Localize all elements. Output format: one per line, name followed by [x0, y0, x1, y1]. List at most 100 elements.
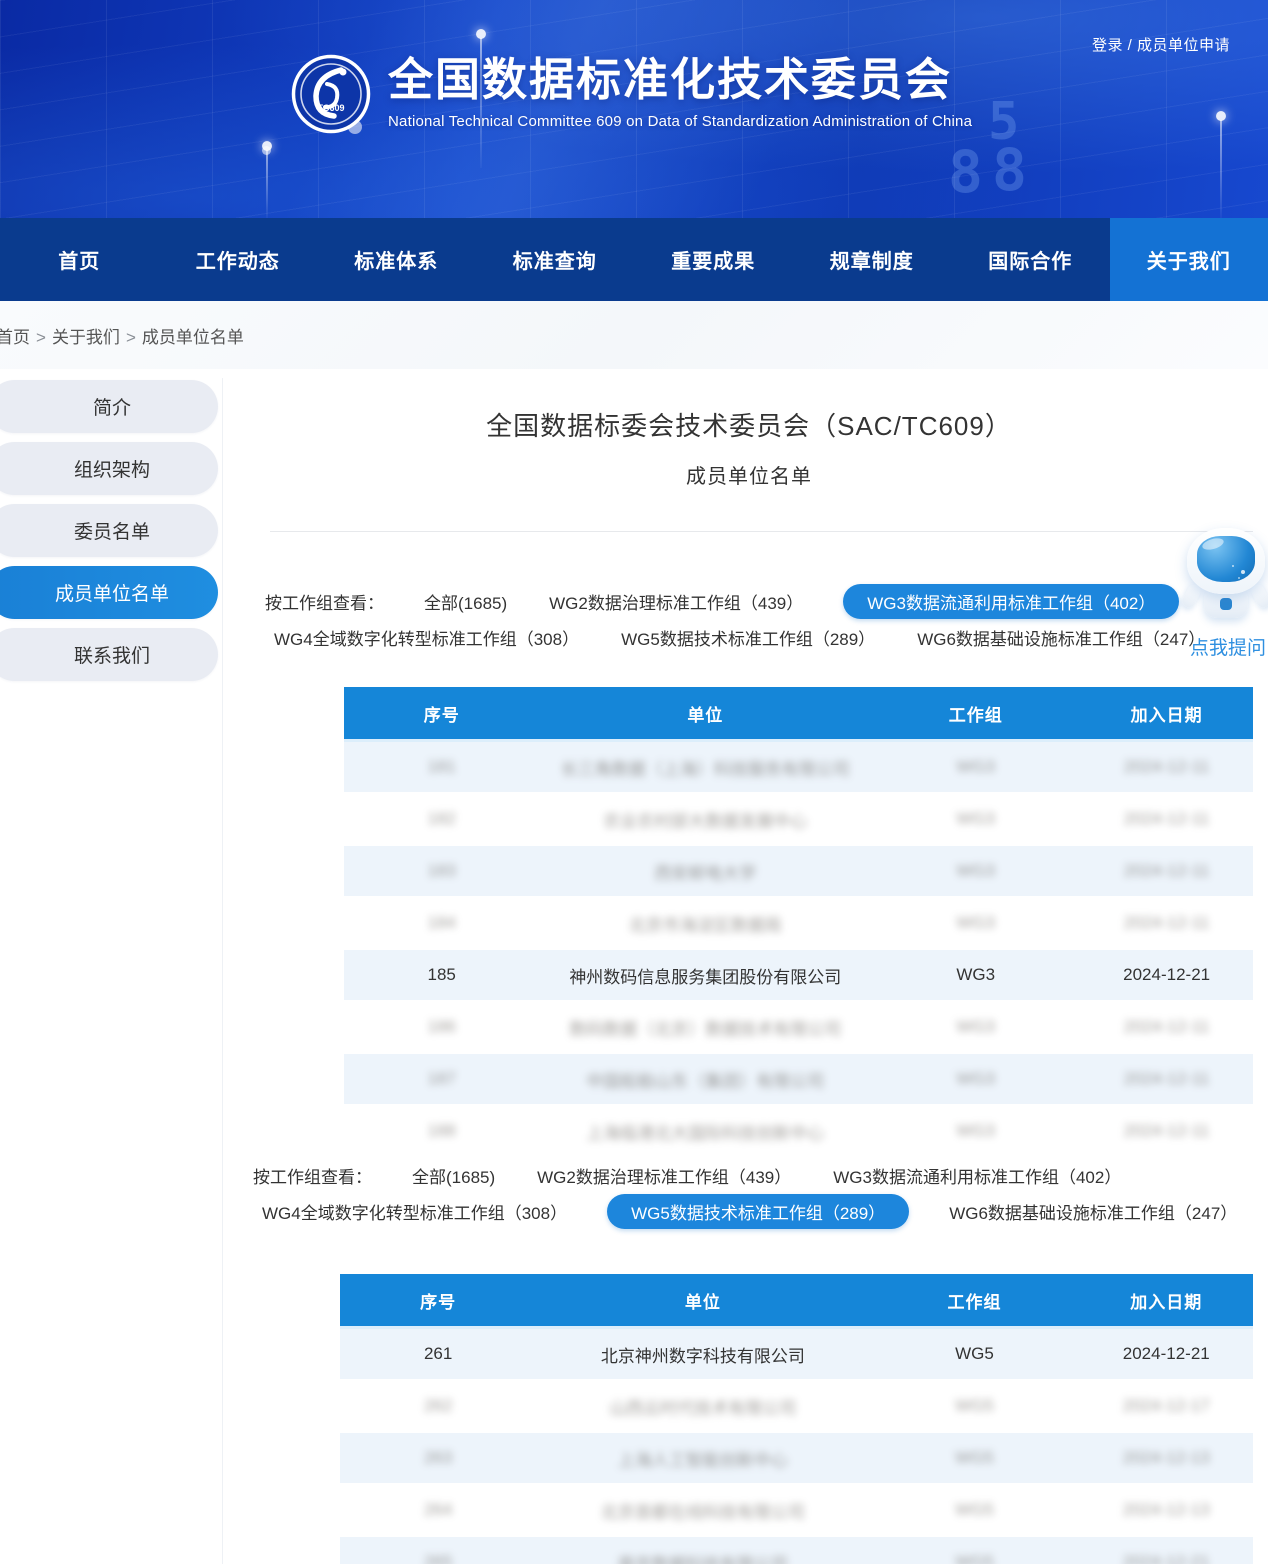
assistant-label[interactable]: 点我提问 [1168, 633, 1268, 660]
sidebar-item-label: 组织架构 [74, 455, 150, 482]
filter-section-wg5: 按工作组查看： 全部(1685) WG2数据治理标准工作组（439） WG3数据… [253, 1158, 1239, 1229]
site-title: 全国数据标准化技术委员会 [388, 54, 972, 106]
filter-row: WG4全域数字化转型标准工作组（308） WG5数据技术标准工作组（289） W… [260, 1194, 1239, 1229]
cell-date: 2024-12-21 [1080, 949, 1253, 1001]
nav-item[interactable]: 标准体系 [317, 218, 476, 301]
login-link[interactable]: 登录 / 成员单位申请 [1092, 34, 1230, 55]
cell-org: 中国船舶山东（集团）有限公司 [539, 1053, 871, 1105]
col-header-index: 序号 [340, 1274, 536, 1328]
nav-item-label: 工作动态 [196, 245, 280, 274]
table-row[interactable]: 262 山西云时代技术有限公司 WG5 2024-12-17 [340, 1380, 1253, 1432]
workgroup-filter-pill[interactable]: WG6数据基础设施标准工作组（247） [915, 620, 1207, 655]
sidebar-item[interactable]: 组织架构 [0, 442, 218, 495]
table-row[interactable]: 264 北京首都在线科技有限公司 WG5 2024-12-13 [340, 1484, 1253, 1536]
header-line-decoration [1220, 120, 1222, 218]
nav-item[interactable]: 国际合作 [951, 218, 1110, 301]
cell-workgroup: WG3 [871, 741, 1080, 794]
page-subtitle: 成员单位名单 [243, 460, 1255, 489]
cell-org: 农业农村部大数据发展中心 [539, 793, 871, 845]
nav-item[interactable]: 重要成果 [634, 218, 793, 301]
workgroup-filter-pill[interactable]: WG3数据流通利用标准工作组（402） [831, 1158, 1123, 1193]
col-header-date: 加入日期 [1080, 1274, 1254, 1328]
cell-index: 185 [344, 949, 539, 1001]
cell-workgroup: WG3 [871, 1001, 1080, 1053]
cell-workgroup: WG5 [870, 1536, 1080, 1564]
cell-workgroup: WG3 [871, 1105, 1080, 1157]
workgroup-filter-pill[interactable]: WG4全域数字化转型标准工作组（308） [272, 620, 581, 655]
breadcrumb-item[interactable]: 首页 [0, 328, 30, 347]
workgroup-filter-pill[interactable]: WG6数据基础设施标准工作组（247） [947, 1194, 1239, 1229]
workgroup-filter-pill[interactable]: 全部(1685) [422, 584, 509, 619]
table-row[interactable]: 186 数码数据（北京）数据技术有限公司 WG3 2024-12-11 [344, 1001, 1253, 1053]
nav-item[interactable]: 规章制度 [793, 218, 952, 301]
assistant-robot[interactable] [1186, 528, 1266, 620]
workgroup-filter-pill[interactable]: WG3数据流通利用标准工作组（402） [843, 584, 1179, 619]
table-row[interactable]: 261 北京神州数字科技有限公司 WG5 2024-12-21 [340, 1328, 1253, 1381]
workgroup-filter-label: WG2数据治理标准工作组（439） [537, 1168, 791, 1187]
site-logo[interactable]: TC609 [291, 54, 371, 134]
table-row[interactable]: 185 神州数码信息服务集团股份有限公司 WG3 2024-12-21 [344, 949, 1253, 1001]
site-header: 5 8 8 登录 / 成员单位申请 TC609 全国数据标准化技术委员会 Nat… [0, 0, 1268, 218]
workgroup-filter-label: 全部(1685) [412, 1168, 495, 1187]
nav-item-label: 规章制度 [830, 245, 914, 274]
nav-item[interactable]: 工作动态 [159, 218, 318, 301]
breadcrumb-item[interactable]: 关于我们 [52, 328, 120, 347]
filter-section-wg3: 按工作组查看： 全部(1685) WG2数据治理标准工作组（439） WG3数据… [265, 584, 1207, 655]
cell-org: 北京市海淀区数据局 [539, 897, 871, 949]
filter-group-label: 按工作组查看： [253, 1163, 372, 1188]
cell-date: 2024-12-11 [1080, 845, 1253, 897]
cell-workgroup: WG3 [871, 897, 1080, 949]
table-row[interactable]: 181 长三角数据（上海）科技服务有限公司 WG3 2024-12-11 [344, 741, 1253, 794]
cell-date: 2024-12-17 [1080, 1380, 1254, 1432]
nav-item[interactable]: 标准查询 [476, 218, 635, 301]
sidebar-item[interactable]: 联系我们 [0, 628, 218, 681]
header-dot-decoration [262, 146, 271, 155]
workgroup-filter-pill[interactable]: WG2数据治理标准工作组（439） [547, 584, 805, 619]
cell-org: 长三角数据（上海）科技服务有限公司 [539, 741, 871, 794]
col-header-date: 加入日期 [1080, 687, 1253, 741]
page: 5 8 8 登录 / 成员单位申请 TC609 全国数据标准化技术委员会 Nat… [0, 0, 1268, 1564]
cell-date: 2024-12-21 [1080, 1536, 1254, 1564]
table-row[interactable]: 265 南京数据科技有限公司 WG5 2024-12-21 [340, 1536, 1253, 1564]
nav-item-label: 国际合作 [988, 245, 1072, 274]
workgroup-filter-label: WG3数据流通利用标准工作组（402） [867, 594, 1155, 613]
cell-org: 南京数据科技有限公司 [536, 1536, 869, 1564]
sidebar-divider [222, 378, 223, 1564]
content-divider [270, 531, 1253, 532]
cell-workgroup: WG3 [871, 1053, 1080, 1105]
table-row[interactable]: 187 中国船舶山东（集团）有限公司 WG3 2024-12-11 [344, 1053, 1253, 1105]
breadcrumb-separator: > [36, 328, 46, 347]
sidebar-item[interactable]: 成员单位名单 [0, 566, 218, 619]
cell-index: 262 [340, 1380, 536, 1432]
cell-org: 神州数码信息服务集团股份有限公司 [539, 949, 871, 1001]
cell-index: 182 [344, 793, 539, 845]
sidebar-item-label: 成员单位名单 [55, 579, 169, 606]
nav-item[interactable]: 关于我们 [1110, 218, 1268, 301]
cell-date: 2024-12-11 [1080, 741, 1253, 794]
col-header-org: 单位 [539, 687, 871, 741]
table-row[interactable]: 184 北京市海淀区数据局 WG3 2024-12-11 [344, 897, 1253, 949]
cell-org: 上海人工智能创新中心 [536, 1432, 869, 1484]
table-row[interactable]: 182 农业农村部大数据发展中心 WG3 2024-12-11 [344, 793, 1253, 845]
workgroup-filter-label: WG4全域数字化转型标准工作组（308） [262, 1204, 567, 1223]
logo-text: TC609 [317, 103, 344, 113]
sidebar-item-label: 委员名单 [74, 517, 150, 544]
workgroup-filter-pill[interactable]: 全部(1685) [410, 1158, 497, 1193]
workgroup-filter-label: WG3数据流通利用标准工作组（402） [833, 1168, 1121, 1187]
col-header-index: 序号 [344, 687, 539, 741]
workgroup-filter-pill[interactable]: WG5数据技术标准工作组（289） [619, 620, 877, 655]
nav-item[interactable]: 首页 [0, 218, 159, 301]
cell-workgroup: WG3 [871, 845, 1080, 897]
nav-item-label: 重要成果 [671, 245, 755, 274]
workgroup-filter-pill[interactable]: WG2数据治理标准工作组（439） [535, 1158, 793, 1193]
sidebar-item[interactable]: 简介 [0, 380, 218, 433]
workgroup-filter-pill[interactable]: WG5数据技术标准工作组（289） [607, 1194, 909, 1229]
cell-workgroup: WG3 [871, 793, 1080, 845]
table-row[interactable]: 188 上海临港北大国际科技创新中心 WG3 2024-12-11 [344, 1105, 1253, 1157]
table-row[interactable]: 263 上海人工智能创新中心 WG5 2024-12-13 [340, 1432, 1253, 1484]
workgroup-filter-pill[interactable]: WG4全域数字化转型标准工作组（308） [260, 1194, 569, 1229]
table-row[interactable]: 183 西安邮电大学 WG3 2024-12-11 [344, 845, 1253, 897]
col-header-org: 单位 [536, 1274, 869, 1328]
sidebar-item[interactable]: 委员名单 [0, 504, 218, 557]
workgroup-filter-label: WG5数据技术标准工作组（289） [631, 1204, 885, 1223]
